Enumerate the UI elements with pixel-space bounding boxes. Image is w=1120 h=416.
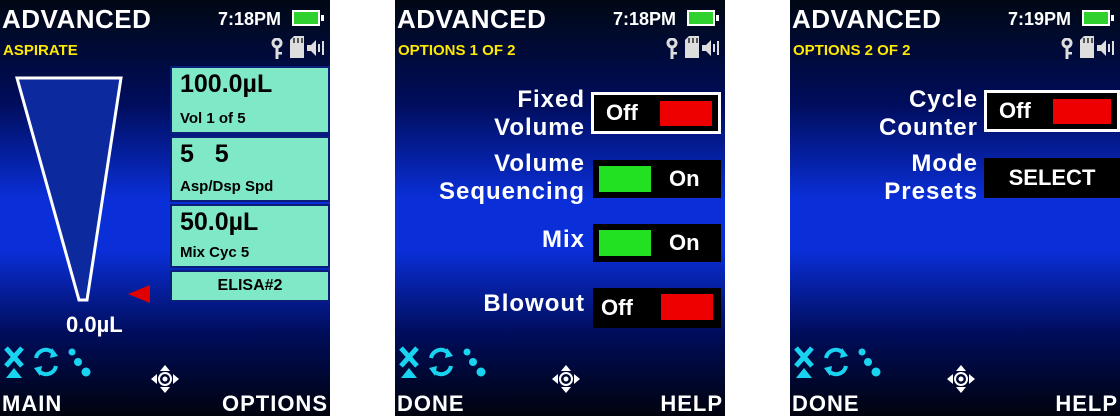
mode-presets-select-button[interactable]: SELECT	[984, 158, 1120, 198]
done-softkey[interactable]: DONE	[397, 392, 465, 416]
help-softkey[interactable]: HELP	[660, 392, 723, 416]
aspirate-screen: ADVANCED ASPIRATE 7:18PM 0.0µL 100.0µL V…	[0, 0, 330, 416]
status-icons	[399, 346, 486, 378]
battery-icon	[292, 10, 324, 26]
toggle-off-indicator	[661, 294, 713, 320]
droplets-icon	[463, 348, 486, 377]
navigation-pad-icon[interactable]	[551, 364, 581, 394]
tip-eject-icon	[4, 346, 24, 378]
tip-eject-icon	[399, 346, 419, 378]
droplets-icon	[68, 348, 91, 377]
program-name-tile[interactable]: ELISA#2	[170, 270, 330, 302]
clock: 7:18PM	[218, 9, 282, 29]
key-icon	[666, 38, 678, 59]
status-icons	[794, 346, 881, 378]
main-softkey[interactable]: MAIN	[2, 392, 62, 416]
cycle-icon	[429, 347, 453, 377]
options-2-screen: ADVANCED OPTIONS 2 OF 2 7:19PM Cycle Cou…	[790, 0, 1120, 416]
memory-card-icon	[1080, 36, 1094, 58]
speed-tile[interactable]: 5 5 Asp/Dsp Spd	[170, 136, 330, 202]
pipette-tip-gauge	[15, 76, 123, 302]
speed-values: 5 5	[180, 140, 229, 168]
clock: 7:19PM	[1008, 9, 1072, 29]
volume-step-label: Vol 1 of 5	[180, 110, 246, 127]
done-softkey[interactable]: DONE	[792, 392, 860, 416]
toggle-off-indicator	[660, 101, 712, 126]
clock: 7:18PM	[613, 9, 677, 29]
screen-title: ADVANCED	[397, 4, 547, 34]
fixed-volume-toggle[interactable]: Off	[591, 92, 721, 134]
speaker-icon	[1097, 40, 1114, 56]
mix-tile[interactable]: 50.0µL Mix Cyc 5	[170, 204, 330, 268]
navigation-pad-icon[interactable]	[150, 364, 180, 394]
droplets-icon	[858, 348, 881, 377]
memory-card-icon	[685, 36, 699, 58]
options-1-screen: ADVANCED OPTIONS 1 OF 2 7:18PM Fixed Vol…	[395, 0, 725, 416]
battery-icon	[1082, 10, 1114, 26]
help-softkey[interactable]: HELP	[1055, 392, 1118, 416]
memory-card-icon	[290, 36, 304, 58]
volume-sequencing-toggle[interactable]: On	[593, 160, 721, 198]
status-icons	[4, 346, 91, 378]
volume-sequencing-label: Volume Sequencing	[438, 150, 585, 205]
speaker-icon	[702, 40, 719, 56]
mix-volume-value: 50.0µL	[180, 208, 259, 236]
screen-subtitle: OPTIONS 2 OF 2	[793, 42, 911, 59]
program-name: ELISA#2	[217, 277, 283, 294]
key-icon	[271, 38, 283, 59]
mix-label: Mix	[541, 226, 585, 253]
toggle-off-indicator	[1053, 99, 1111, 124]
battery-icon	[687, 10, 719, 26]
toggle-on-indicator	[599, 166, 651, 192]
fixed-volume-label: Fixed Volume	[494, 86, 585, 141]
cycle-counter-toggle[interactable]: Off	[984, 90, 1120, 132]
cycle-icon	[824, 347, 848, 377]
screen-subtitle: ASPIRATE	[3, 42, 78, 59]
navigation-pad-icon[interactable]	[946, 364, 976, 394]
mix-cycles-label: Mix Cyc 5	[180, 244, 250, 261]
cycle-counter-label: Cycle Counter	[879, 86, 978, 141]
blowout-toggle[interactable]: Off	[593, 288, 721, 328]
volume-tile[interactable]: 100.0µL Vol 1 of 5	[170, 66, 330, 134]
blowout-label: Blowout	[483, 290, 585, 317]
mix-toggle[interactable]: On	[593, 224, 721, 262]
tip-eject-icon	[794, 346, 814, 378]
volume-value: 100.0µL	[180, 70, 273, 98]
key-icon	[1061, 38, 1073, 59]
screen-title: ADVANCED	[2, 4, 152, 34]
screen-title: ADVANCED	[792, 4, 942, 34]
speaker-icon	[307, 40, 324, 56]
toggle-on-indicator	[599, 230, 651, 256]
plunger-position-marker	[128, 285, 150, 303]
screen-subtitle: OPTIONS 1 OF 2	[398, 42, 516, 59]
options-softkey[interactable]: OPTIONS	[222, 392, 328, 416]
current-volume: 0.0µL	[66, 312, 123, 337]
cycle-icon	[34, 347, 58, 377]
mode-presets-label: Mode Presets	[884, 150, 978, 205]
speed-label: Asp/Dsp Spd	[180, 178, 274, 195]
